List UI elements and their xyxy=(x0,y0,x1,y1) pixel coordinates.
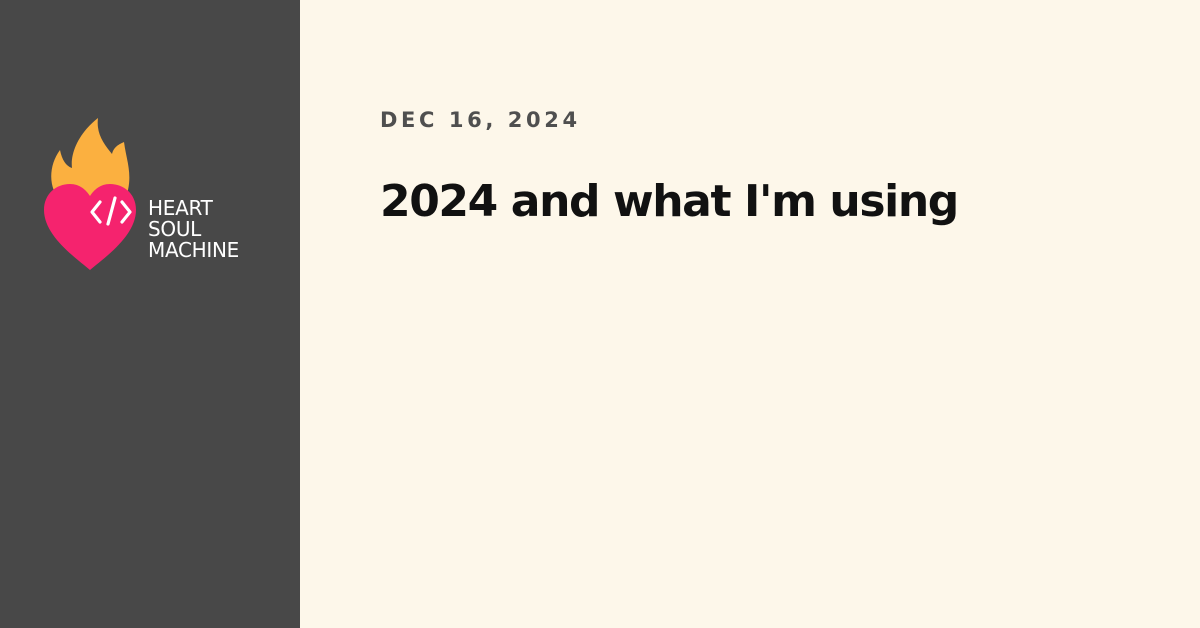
logo-line-heart: HEART xyxy=(148,196,213,220)
logo-line-machine: MACHINE xyxy=(148,238,239,262)
post-header: DEC 16, 2024 2024 and what I'm using xyxy=(300,0,1200,628)
post-date: DEC 16, 2024 xyxy=(380,108,581,132)
post-title: 2024 and what I'm using xyxy=(380,176,959,227)
logo-line-soul: SOUL xyxy=(148,217,202,241)
sidebar: HEART SOUL MACHINE xyxy=(0,0,300,628)
logo-wordmark: HEART SOUL MACHINE xyxy=(148,198,268,261)
flaming-heart-code-icon xyxy=(44,118,136,270)
site-logo[interactable]: HEART SOUL MACHINE xyxy=(40,114,270,274)
